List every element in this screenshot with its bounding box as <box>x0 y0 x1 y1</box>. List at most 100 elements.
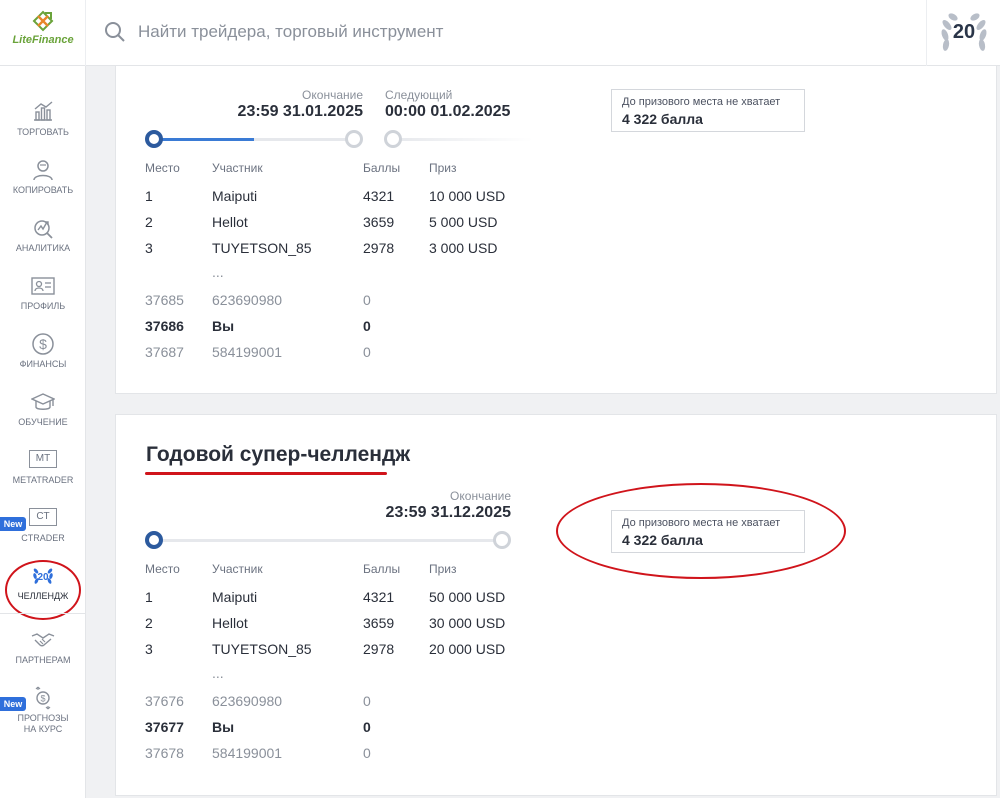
row-prize: 10 000 USD <box>429 188 506 204</box>
logo-icon <box>32 10 54 32</box>
logo[interactable]: LiteFinance <box>0 0 86 66</box>
col-prize: Приз <box>429 562 457 576</box>
row-name[interactable]: Maiputi <box>212 188 257 204</box>
sidebar-item-profile[interactable]: ПРОФИЛЬ <box>0 274 86 330</box>
row-name[interactable]: Hellot <box>212 214 248 230</box>
progress-end-dot <box>493 531 511 549</box>
rows-ellipsis: ... <box>212 665 224 681</box>
new-badge: New <box>0 697 26 711</box>
row-place: 37687 <box>145 344 184 360</box>
end-value: 23:59 31.12.2025 <box>385 504 511 521</box>
next-progress-track <box>393 138 533 141</box>
svg-text:$: $ <box>39 336 47 352</box>
row-points: 2978 <box>363 641 395 657</box>
sidebar-item-analytics[interactable]: АНАЛИТИКА <box>0 216 86 272</box>
col-place: Место <box>145 562 180 576</box>
sidebar-item-education[interactable]: ОБУЧЕНИЕ <box>0 390 86 446</box>
sidebar: ТОРГОВАТЬ КОПИРОВАТЬ АНАЛИТИКА ПРОФИЛЬ $… <box>0 66 86 798</box>
col-participant: Участник <box>212 161 263 175</box>
row-points: 0 <box>363 693 371 709</box>
col-points: Баллы <box>363 161 401 175</box>
sidebar-item-label: АНАЛИТИКА <box>15 243 71 253</box>
points-needed-box: До призового места не хватает 4 322 балл… <box>611 89 805 132</box>
row-prize: 5 000 USD <box>429 214 498 230</box>
sidebar-item-label: ОБУЧЕНИЕ <box>18 417 68 427</box>
row-name[interactable]: TUYETSON_85 <box>212 240 312 256</box>
anniversary-badge[interactable]: 20 <box>926 0 1000 66</box>
row-points: 0 <box>363 318 371 334</box>
row-points: 4321 <box>363 188 395 204</box>
row-place: 37685 <box>145 292 184 308</box>
row-name[interactable]: Maiputi <box>212 589 257 605</box>
sidebar-item-forecasts[interactable]: $ New ПРОГНОЗЫ НА КУРС <box>0 686 86 742</box>
row-name[interactable]: TUYETSON_85 <box>212 641 312 657</box>
title-highlight-underline <box>145 472 387 475</box>
next-label: Следующий <box>385 88 453 102</box>
row-prize: 50 000 USD <box>429 589 506 605</box>
sidebar-item-copy[interactable]: КОПИРОВАТЬ <box>0 158 86 214</box>
row-points: 0 <box>363 292 371 308</box>
badge-number: 20 <box>953 21 975 43</box>
row-name: 623690980 <box>212 292 283 308</box>
sidebar-item-ctrader[interactable]: CT New CTRADER <box>0 506 86 562</box>
graduation-cap-icon <box>31 393 55 410</box>
search-input[interactable] <box>138 18 838 46</box>
row-name[interactable]: Hellot <box>212 615 248 631</box>
row-name: Вы <box>212 318 235 334</box>
ct-icon: CT <box>29 508 57 526</box>
end-label: Окончание <box>450 489 511 503</box>
sidebar-item-finance[interactable]: $ ФИНАНСЫ <box>0 332 86 388</box>
laurel-badge-icon: 20 <box>941 13 987 51</box>
progress-start-dot <box>145 130 163 148</box>
row-place: 1 <box>145 589 153 605</box>
sidebar-item-metatrader[interactable]: MT METATRADER <box>0 448 86 504</box>
row-points: 4321 <box>363 589 395 605</box>
sidebar-item-label: ПРОГНОЗЫ НА КУРС <box>17 713 69 734</box>
row-place: 3 <box>145 641 153 657</box>
col-participant: Участник <box>212 562 263 576</box>
analytics-icon <box>34 220 53 239</box>
sidebar-item-label: METATRADER <box>12 475 74 485</box>
top-header: LiteFinance 20 <box>0 0 1000 66</box>
end-label: Окончание <box>302 88 363 102</box>
challenge-title: Годовой супер-челлендж <box>146 443 411 466</box>
progress-end-dot <box>345 130 363 148</box>
row-points: 3659 <box>363 615 395 631</box>
mt-icon: MT <box>29 450 57 468</box>
row-points: 0 <box>363 745 371 761</box>
points-needed-highlight-circle <box>556 483 846 579</box>
row-place: 37676 <box>145 693 184 709</box>
handshake-icon <box>31 633 55 647</box>
sidebar-divider <box>0 613 86 614</box>
row-points: 0 <box>363 719 371 735</box>
progress-track <box>154 539 502 542</box>
sidebar-item-label: ПАРТНЕРАМ <box>15 655 71 665</box>
row-name: 584199001 <box>212 745 283 761</box>
points-needed-value: 4 322 балла <box>622 111 703 127</box>
row-place: 2 <box>145 615 153 631</box>
sidebar-item-trade[interactable]: ТОРГОВАТЬ <box>0 100 86 156</box>
row-place: 1 <box>145 188 153 204</box>
row-prize: 30 000 USD <box>429 615 506 631</box>
svg-text:$: $ <box>40 694 45 704</box>
row-place: 37677 <box>145 719 184 735</box>
chart-icon <box>34 101 53 121</box>
search-icon[interactable] <box>104 21 126 43</box>
progress-start-dot <box>145 531 163 549</box>
col-prize: Приз <box>429 161 457 175</box>
row-name: 584199001 <box>212 344 283 360</box>
sidebar-item-partners[interactable]: ПАРТНЕРАМ <box>0 628 86 684</box>
points-needed-label: До призового места не хватает <box>622 96 781 108</box>
row-place: 37686 <box>145 318 184 334</box>
col-points: Баллы <box>363 562 401 576</box>
monthly-challenge-card: Окончание 23:59 31.01.2025 Следующий 00:… <box>115 66 997 394</box>
challenge-highlight-circle <box>5 560 81 620</box>
id-card-icon <box>31 277 55 295</box>
sidebar-item-label: ТОРГОВАТЬ <box>17 127 69 137</box>
row-prize: 20 000 USD <box>429 641 506 657</box>
user-icon <box>33 160 53 181</box>
logo-text: LiteFinance <box>12 34 74 46</box>
new-badge: New <box>0 517 26 531</box>
row-place: 3 <box>145 240 153 256</box>
row-points: 3659 <box>363 214 395 230</box>
